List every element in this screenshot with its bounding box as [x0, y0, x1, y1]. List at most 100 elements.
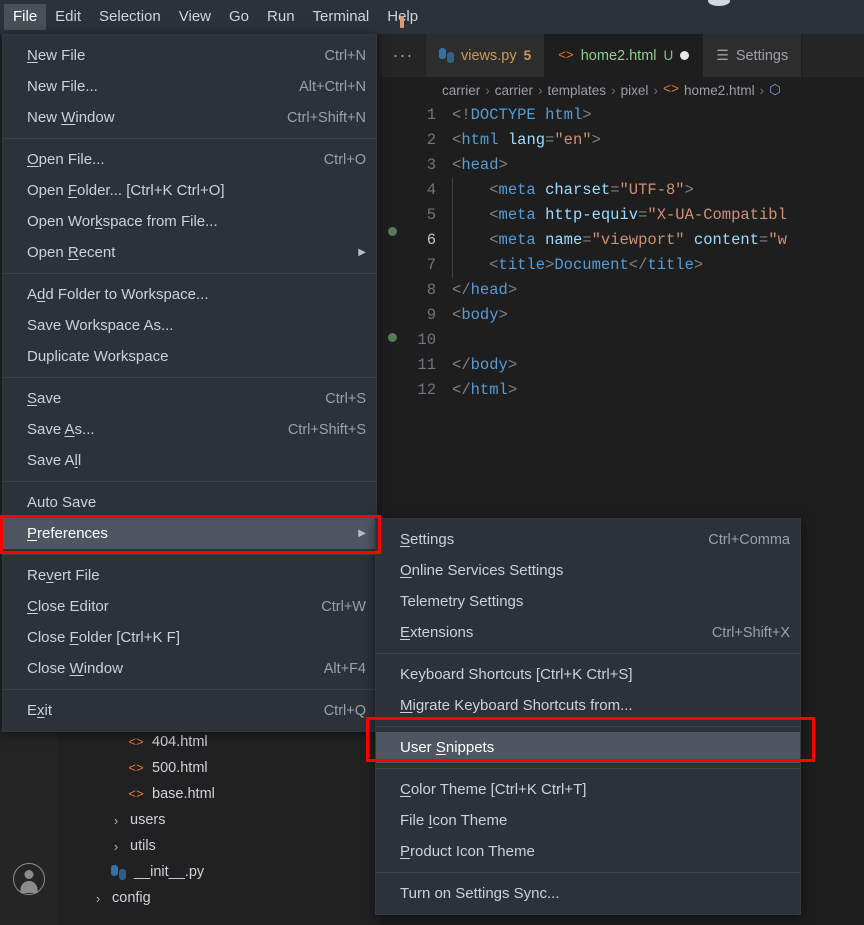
- breadcrumb-separator: ›: [653, 82, 658, 98]
- code-line: 1 <!DOCTYPE html>: [380, 103, 864, 128]
- cube-icon[interactable]: ⬡: [769, 82, 781, 98]
- line-content[interactable]: <title>Document</title>: [452, 253, 864, 278]
- unsaved-indicator-icon[interactable]: [680, 51, 690, 60]
- preferences-menu-item-product-icon-theme[interactable]: Product Icon Theme: [376, 836, 800, 867]
- file-menu-item-auto-save[interactable]: Auto Save: [3, 487, 376, 518]
- file-menu-item-save[interactable]: Save Ctrl+S: [3, 383, 376, 414]
- window-control-blob: [708, 0, 730, 6]
- menubar-item-edit[interactable]: Edit: [46, 4, 90, 30]
- menubar-item-file[interactable]: File: [4, 4, 47, 30]
- breadcrumb-item[interactable]: carrier: [495, 83, 533, 98]
- file-menu-item-open-workspace-from-file[interactable]: Open Workspace from File...: [3, 206, 376, 237]
- preferences-menu-item-user-snippets[interactable]: User Snippets: [376, 732, 800, 763]
- chevron-right-icon: ▶: [358, 528, 366, 539]
- file-tree-item-label: 404.html: [152, 734, 208, 750]
- menu-item-shortcut: Ctrl+Comma: [708, 531, 790, 548]
- indent-guide: [452, 203, 453, 228]
- line-content[interactable]: <meta http-equiv="X-UA-Compatibl: [452, 203, 864, 228]
- line-content[interactable]: [452, 328, 864, 353]
- file-tree-item[interactable]: › utils: [58, 833, 380, 859]
- editor-tab-settings[interactable]: ☰ Settings: [703, 34, 803, 77]
- file-tree-item[interactable]: <> 404.html: [58, 729, 380, 755]
- menu-item-label: Save: [27, 390, 62, 407]
- preferences-menu-item-keyboard-shortcuts-ctrl-k-ctrl-s[interactable]: Keyboard Shortcuts [Ctrl+K Ctrl+S]: [376, 659, 800, 690]
- file-menu-item-new-window[interactable]: New Window Ctrl+Shift+N: [3, 102, 376, 133]
- file-tree-item[interactable]: <> base.html: [58, 781, 380, 807]
- preferences-menu-item-migrate-keyboard-shortcuts-from[interactable]: Migrate Keyboard Shortcuts from...: [376, 690, 800, 721]
- menu-item-shortcut: Ctrl+S: [325, 390, 366, 407]
- line-content[interactable]: </html>: [452, 378, 864, 403]
- file-menu-item-preferences[interactable]: Preferences ▶: [3, 518, 376, 549]
- editor-tabs: views.py 5 <> home2.html U ☰ Settings: [426, 34, 803, 77]
- file-menu-item-save-workspace-as[interactable]: Save Workspace As...: [3, 310, 376, 341]
- editor-tab-bar: ··· views.py 5 <> home2.html U ☰ Settings: [380, 34, 864, 77]
- file-menu-item-open-folder-ctrl-k-ctrl-o[interactable]: Open Folder... [Ctrl+K Ctrl+O]: [3, 175, 376, 206]
- file-tree-item[interactable]: __init__.py: [58, 859, 380, 885]
- preferences-menu-item-file-icon-theme[interactable]: File Icon Theme: [376, 805, 800, 836]
- line-content[interactable]: </body>: [452, 353, 864, 378]
- file-menu-item-new-file[interactable]: New File... Alt+Ctrl+N: [3, 71, 376, 102]
- preferences-menu-item-turn-on-settings-sync[interactable]: Turn on Settings Sync...: [376, 878, 800, 909]
- menu-item-shortcut: Ctrl+Shift+S: [287, 421, 366, 438]
- line-number: 5: [426, 206, 436, 224]
- menu-item-label: Open File...: [27, 151, 105, 168]
- breadcrumb-item[interactable]: pixel: [621, 83, 649, 98]
- breakpoint-dot[interactable]: [388, 227, 397, 236]
- file-menu-item-open-recent[interactable]: Open Recent ▶: [3, 237, 376, 268]
- tab-overflow-icon[interactable]: ···: [380, 34, 426, 77]
- editor-tab-views-py[interactable]: views.py 5: [426, 34, 546, 77]
- menu-item-shortcut: Ctrl+O: [323, 151, 366, 168]
- file-menu-item-add-folder-to-workspace[interactable]: Add Folder to Workspace...: [3, 279, 376, 310]
- file-menu-item-open-file[interactable]: Open File... Ctrl+O: [3, 144, 376, 175]
- chevron-right-icon: ▶: [358, 247, 366, 258]
- file-tree-item[interactable]: › config: [58, 885, 380, 911]
- chevron-right-icon: ›: [113, 812, 119, 828]
- line-content[interactable]: <body>: [452, 303, 864, 328]
- line-content[interactable]: <html lang="en">: [452, 128, 864, 153]
- preferences-menu-item-color-theme-ctrl-k-ctrl-t[interactable]: Color Theme [Ctrl+K Ctrl+T]: [376, 774, 800, 805]
- file-menu-item-revert-file[interactable]: Revert File: [3, 560, 376, 591]
- line-number: 8: [426, 281, 436, 299]
- editor-tab-label: home2.html: [580, 47, 657, 64]
- menu-item-label: Telemetry Settings: [400, 593, 524, 610]
- indent-guide: [452, 228, 453, 253]
- breadcrumb-item[interactable]: templates: [548, 83, 607, 98]
- line-content[interactable]: </head>: [452, 278, 864, 303]
- file-menu-item-close-window[interactable]: Close Window Alt+F4: [3, 653, 376, 684]
- file-tree-item[interactable]: › users: [58, 807, 380, 833]
- file-menu-item-close-folder-ctrl-k-f[interactable]: Close Folder [Ctrl+K F]: [3, 622, 376, 653]
- line-number: 11: [417, 356, 436, 374]
- line-content[interactable]: <meta name="viewport" content="w: [452, 228, 864, 253]
- menu-separator: [3, 481, 376, 482]
- file-menu-item-exit[interactable]: Exit Ctrl+Q: [3, 695, 376, 726]
- preferences-menu-item-extensions[interactable]: Extensions Ctrl+Shift+X: [376, 617, 800, 648]
- account-icon[interactable]: [13, 863, 45, 895]
- preferences-menu-item-settings[interactable]: Settings Ctrl+Comma: [376, 524, 800, 555]
- file-menu-item-duplicate-workspace[interactable]: Duplicate Workspace: [3, 341, 376, 372]
- line-content[interactable]: <meta charset="UTF-8">: [452, 178, 864, 203]
- breadcrumb-item[interactable]: carrier: [442, 83, 480, 98]
- menubar-item-terminal[interactable]: Terminal: [304, 4, 379, 30]
- menu-item-label: Migrate Keyboard Shortcuts from...: [400, 697, 633, 714]
- line-content[interactable]: <head>: [452, 153, 864, 178]
- menubar-item-view[interactable]: View: [170, 4, 220, 30]
- menu-item-label: Save As...: [27, 421, 95, 438]
- menubar-item-selection[interactable]: Selection: [90, 4, 170, 30]
- line-content[interactable]: <!DOCTYPE html>: [452, 103, 864, 128]
- menu-separator: [3, 377, 376, 378]
- menubar-item-run[interactable]: Run: [258, 4, 304, 30]
- editor-tab-home2-html[interactable]: <> home2.html U: [545, 34, 704, 77]
- breakpoint-dot[interactable]: [388, 333, 397, 342]
- menu-item-label: Open Workspace from File...: [27, 213, 218, 230]
- file-menu-item-new-file[interactable]: New File Ctrl+N: [3, 40, 376, 71]
- file-menu-item-save-all[interactable]: Save All: [3, 445, 376, 476]
- breadcrumb-item[interactable]: home2.html: [684, 83, 755, 98]
- file-menu-item-close-editor[interactable]: Close Editor Ctrl+W: [3, 591, 376, 622]
- file-tree-item[interactable]: <> 500.html: [58, 755, 380, 781]
- file-menu-item-save-as[interactable]: Save As... Ctrl+Shift+S: [3, 414, 376, 445]
- preferences-menu-item-telemetry-settings[interactable]: Telemetry Settings: [376, 586, 800, 617]
- file-tree-item-label: base.html: [152, 786, 215, 802]
- menu-item-label: Duplicate Workspace: [27, 348, 169, 365]
- preferences-menu-item-online-services-settings[interactable]: Online Services Settings: [376, 555, 800, 586]
- menubar-item-go[interactable]: Go: [220, 4, 258, 30]
